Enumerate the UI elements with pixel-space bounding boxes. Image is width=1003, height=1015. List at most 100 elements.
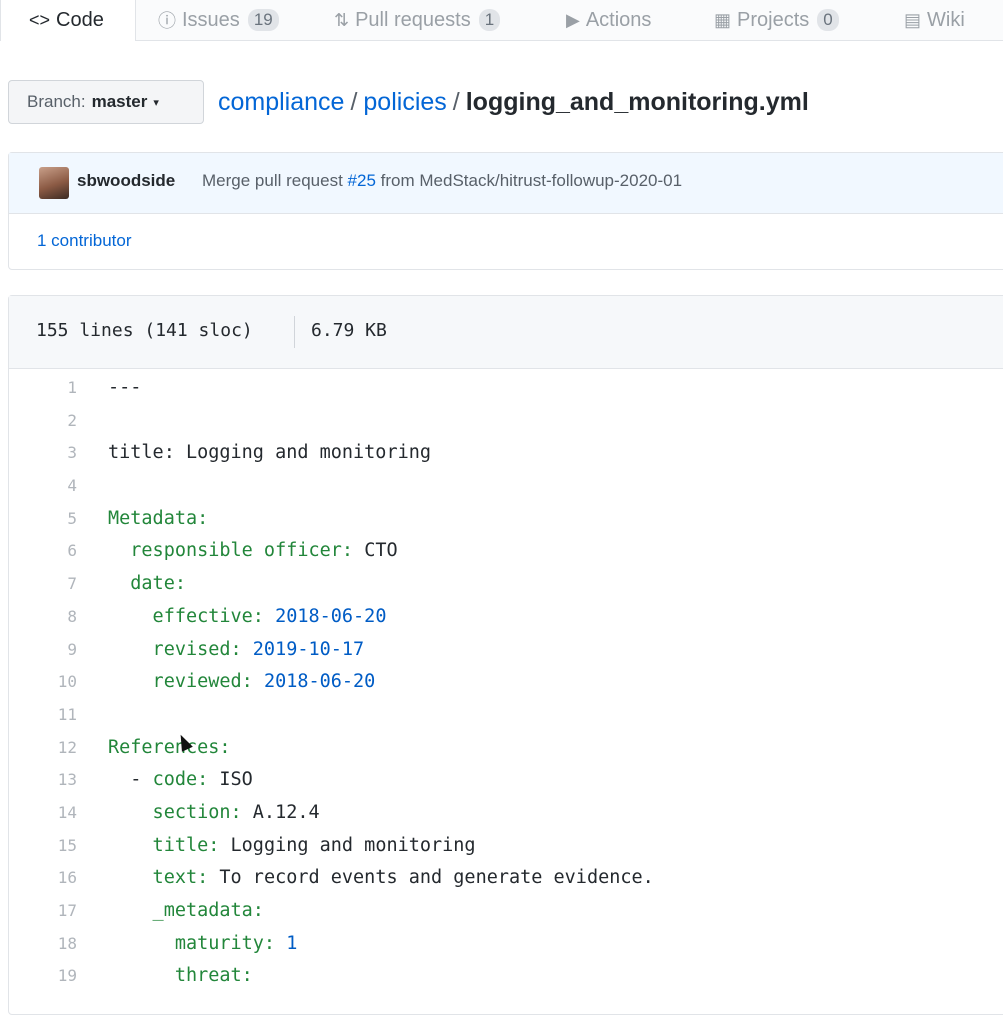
line-number[interactable]: 9 [9, 634, 77, 667]
line-number[interactable]: 18 [9, 928, 77, 961]
code-line: 4 [9, 470, 1003, 503]
pull-request-icon: ⇅ [334, 9, 350, 30]
line-number[interactable]: 3 [9, 437, 77, 470]
code-token: effective: [108, 605, 276, 627]
commit-tease: sbwoodside Merge pull request #25 from M… [8, 152, 1003, 270]
tab-projects[interactable]: ▦ Projects 0 [714, 0, 839, 40]
tab-wiki[interactable]: ▤ Wiki [904, 0, 965, 40]
line-number[interactable]: 19 [9, 960, 77, 993]
line-content: revised: 2019-10-17 [108, 634, 365, 667]
code-token: Logging and monitoring [230, 834, 476, 856]
tab-actions[interactable]: ▶ Actions [566, 0, 651, 40]
code-line: 19 threat: [9, 960, 1003, 993]
branch-select-button[interactable]: Branch: master ▾ [8, 80, 204, 124]
projects-count-badge: 0 [817, 9, 839, 31]
code-token: code: [152, 769, 220, 791]
pull-request-link[interactable]: #25 [348, 171, 376, 190]
line-number[interactable]: 4 [9, 470, 77, 503]
code-line: 14 section: A.12.4 [9, 797, 1003, 830]
code-line: 8 effective: 2018-06-20 [9, 601, 1003, 634]
line-content: maturity: 1 [108, 928, 298, 961]
code-line: 11 [9, 699, 1003, 732]
line-content: responsible officer: CTO [108, 535, 398, 568]
commit-message-prefix[interactable]: Merge pull request [202, 171, 343, 190]
issue-icon: ⓘ [158, 11, 176, 31]
code-token: threat: [108, 965, 253, 987]
code-token: - [108, 769, 153, 791]
tab-label: Issues [182, 8, 240, 31]
repo-nav-tabs: <> Code ⓘ Issues 19 ⇅ Pull requests 1 ▶ … [0, 0, 1003, 41]
line-content: title: Logging and monitoring [108, 437, 431, 470]
line-content: Metadata: [108, 503, 208, 536]
file-size: 6.79 KB [311, 320, 387, 341]
file-line-count: 155 lines (141 sloc) [36, 320, 253, 341]
code-blob: 1 --- 2 3 title: Logging and monitoring 4 5 Met… [9, 372, 1003, 993]
line-number[interactable]: 6 [9, 535, 77, 568]
line-content: _metadata: [108, 895, 264, 928]
line-number[interactable]: 8 [9, 601, 77, 634]
file-info-header: 155 lines (141 sloc) 6.79 KB [9, 296, 1003, 369]
code-token: 2018-06-20 [263, 671, 376, 693]
tab-label: Projects [737, 8, 810, 31]
project-icon: ▦ [714, 9, 732, 30]
code-token: revised: [108, 638, 253, 660]
commit-author-link[interactable]: sbwoodside [77, 171, 175, 191]
code-token: References: [108, 736, 231, 758]
commit-message: Merge pull request #25 from MedStack/hit… [202, 171, 682, 191]
line-number[interactable]: 5 [9, 503, 77, 536]
tab-label: Actions [585, 8, 652, 31]
line-number[interactable]: 13 [9, 764, 77, 797]
code-line: 16 text: To record events and generate e… [9, 862, 1003, 895]
contributors-link[interactable]: 1 contributor [37, 231, 132, 251]
line-number[interactable]: 1 [9, 372, 77, 405]
code-line: 12 References: [9, 732, 1003, 765]
code-line: 3 title: Logging and monitoring [9, 437, 1003, 470]
code-token: title: Logging and monitoring [108, 442, 432, 464]
line-content: --- [108, 372, 141, 405]
tab-issues[interactable]: ⓘ Issues 19 [158, 0, 279, 40]
latest-commit-bar: sbwoodside Merge pull request #25 from M… [9, 153, 1003, 214]
tab-label: Wiki [927, 8, 965, 31]
breadcrumb-repo-link[interactable]: compliance [218, 88, 344, 116]
line-number[interactable]: 7 [9, 568, 77, 601]
line-content: effective: 2018-06-20 [108, 601, 387, 634]
line-number[interactable]: 2 [9, 405, 77, 438]
line-content: reviewed: 2018-06-20 [108, 666, 376, 699]
line-number[interactable]: 12 [9, 732, 77, 765]
code-token: date: [108, 573, 186, 595]
breadcrumb-folder-link[interactable]: policies [363, 88, 446, 116]
code-token: responsible officer: [108, 540, 365, 562]
avatar[interactable] [39, 167, 69, 199]
branch-prefix: Branch: [27, 92, 86, 111]
tab-code[interactable]: <> Code [0, 0, 136, 41]
tab-pull-requests[interactable]: ⇅ Pull requests 1 [334, 0, 501, 40]
line-number[interactable]: 10 [9, 666, 77, 699]
code-token: To record events and generate evidence. [219, 867, 654, 889]
line-content: References: [108, 732, 231, 765]
code-token: title: [108, 834, 231, 856]
code-line: 6 responsible officer: CTO [9, 535, 1003, 568]
code-token: reviewed: [108, 671, 264, 693]
commit-message-suffix[interactable]: from MedStack/hitrust-followup-2020-01 [381, 171, 682, 190]
actions-icon: ▶ [566, 9, 580, 30]
line-number[interactable]: 17 [9, 895, 77, 928]
code-token: 2019-10-17 [252, 638, 365, 660]
line-content: - code: ISO [108, 764, 253, 797]
line-number[interactable]: 14 [9, 797, 77, 830]
line-content: title: Logging and monitoring [108, 830, 476, 863]
line-number[interactable]: 16 [9, 862, 77, 895]
line-number[interactable]: 15 [9, 830, 77, 863]
code-icon: <> [29, 10, 51, 30]
breadcrumb: compliance / policies / logging_and_monitori… [218, 84, 809, 120]
code-line: 9 revised: 2019-10-17 [9, 634, 1003, 667]
code-line: 18 maturity: 1 [9, 928, 1003, 961]
code-token: 1 [286, 932, 298, 954]
tab-label: Code [56, 9, 104, 31]
code-token: CTO [364, 540, 398, 562]
pull-requests-count-badge: 1 [478, 9, 501, 31]
tab-label: Pull requests [355, 8, 471, 31]
code-line: 2 [9, 405, 1003, 438]
line-content: text: To record events and generate evid… [108, 862, 654, 895]
line-number[interactable]: 11 [9, 699, 77, 732]
code-token: ISO [219, 769, 253, 791]
